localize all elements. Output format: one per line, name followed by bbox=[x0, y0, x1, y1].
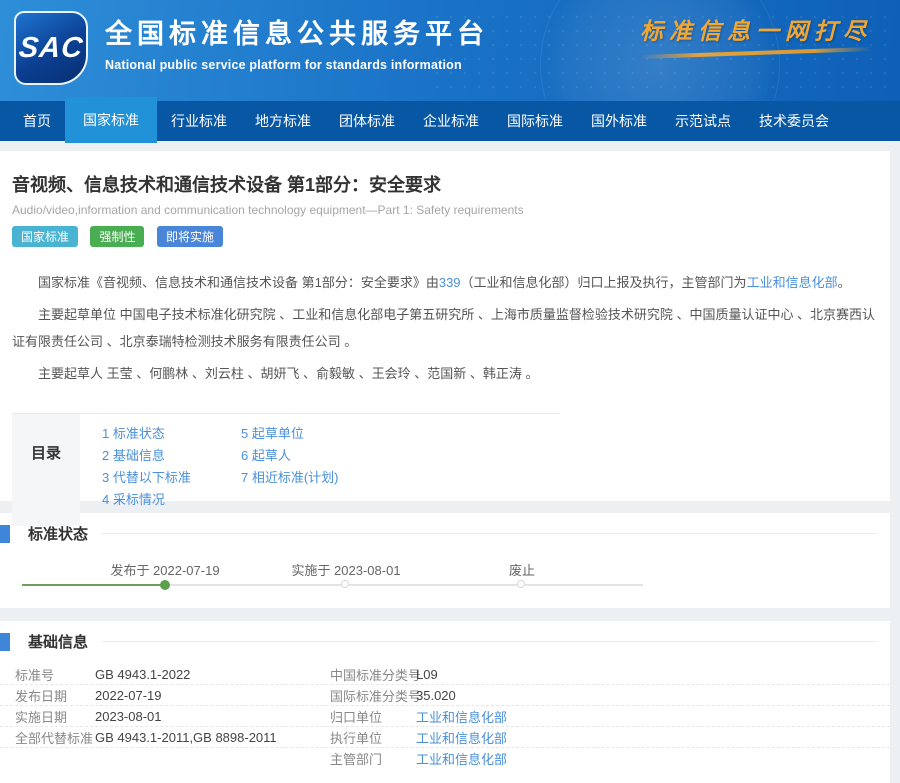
basic-info-section: 基础信息 标准号 GB 4943.1-2022 中国标准分类号 L09 发布日期… bbox=[0, 621, 890, 783]
row-label-implementation-date: 实施日期 bbox=[0, 707, 95, 726]
nav-item-foreign-standards[interactable]: 国外标准 bbox=[577, 101, 661, 141]
site-title: 全国标准信息公共服务平台 bbox=[105, 12, 489, 51]
badge-row: 国家标准 强制性 即将实施 bbox=[12, 226, 878, 247]
nav-item-group-standards[interactable]: 团体标准 bbox=[325, 101, 409, 141]
row-link-competent-department[interactable]: 工业和信息化部 bbox=[416, 749, 890, 768]
site-subtitle-en: National public service platform for sta… bbox=[105, 58, 489, 72]
paragraph-governance: 国家标准《音视频、信息技术和通信技术设备 第1部分：安全要求》由339（工业和信… bbox=[12, 269, 878, 296]
section-marker bbox=[0, 633, 10, 651]
badge-national-standard: 国家标准 bbox=[12, 226, 78, 247]
nav-item-pilot-demos[interactable]: 示范试点 bbox=[661, 101, 745, 141]
sac-logo-text: SAC bbox=[17, 32, 85, 65]
timeline-label-published: 发布于 2022-07-19 bbox=[110, 560, 219, 579]
nav-item-national-standards[interactable]: 国家标准 bbox=[65, 97, 157, 143]
badge-upcoming-implementation: 即将实施 bbox=[157, 226, 223, 247]
row-value-ccs-code: L09 bbox=[416, 667, 890, 682]
table-row: 实施日期 2023-08-01 归口单位 工业和信息化部 bbox=[0, 706, 890, 727]
toc-column-2: 5 起草单位 6 起草人 7 相近标准(计划) bbox=[241, 423, 380, 526]
main-nav: 首页 国家标准 行业标准 地方标准 团体标准 企业标准 国际标准 国外标准 示范… bbox=[0, 101, 900, 141]
standard-overview-block: 音视频、信息技术和通信技术设备 第1部分：安全要求 Audio/video,in… bbox=[0, 151, 890, 501]
timeline-label-abolished: 废止 bbox=[509, 560, 535, 579]
standard-title-en: Audio/video,information and communicatio… bbox=[12, 203, 878, 217]
basic-info-table: 标准号 GB 4943.1-2022 中国标准分类号 L09 发布日期 2022… bbox=[0, 664, 890, 769]
nav-item-industry-standards[interactable]: 行业标准 bbox=[157, 101, 241, 141]
toc-item-drafting-organizations[interactable]: 5 起草单位 bbox=[241, 423, 380, 445]
basic-info-section-title: 基础信息 bbox=[28, 631, 88, 652]
table-row: 发布日期 2022-07-19 国际标准分类号 35.020 bbox=[0, 685, 890, 706]
sac-logo[interactable]: SAC bbox=[14, 11, 88, 85]
status-timeline: 发布于 2022-07-19 实施于 2023-08-01 废止 bbox=[0, 544, 890, 599]
table-row: 标准号 GB 4943.1-2022 中国标准分类号 L09 bbox=[0, 664, 890, 685]
header-titles: 全国标准信息公共服务平台 National public service pla… bbox=[105, 12, 489, 72]
nav-item-enterprise-standards[interactable]: 企业标准 bbox=[409, 101, 493, 141]
row-label-executing-unit: 执行单位 bbox=[330, 728, 416, 747]
basic-info-section-header: 基础信息 bbox=[0, 621, 890, 652]
row-value-standard-number: GB 4943.1-2022 bbox=[95, 667, 330, 682]
row-value-ics-code: 35.020 bbox=[416, 688, 890, 703]
row-label-competent-department: 主管部门 bbox=[330, 749, 416, 768]
link-miit[interactable]: 工业和信息化部 bbox=[747, 275, 838, 290]
paragraph-governance-suffix: 。 bbox=[838, 275, 851, 290]
toc-item-replaced-standards[interactable]: 3 代替以下标准 bbox=[102, 467, 241, 489]
nav-item-international-standards[interactable]: 国际标准 bbox=[493, 101, 577, 141]
timeline-dot-published bbox=[160, 580, 170, 590]
status-section-title: 标准状态 bbox=[28, 523, 88, 544]
row-label-replaced-standards: 全部代替标准 bbox=[0, 728, 95, 747]
site-header: SAC 全国标准信息公共服务平台 National public service… bbox=[0, 0, 900, 101]
paragraph-drafting-organizations: 主要起草单位 中国电子技术标准化研究院 、工业和信息化部电子第五研究所 、上海市… bbox=[12, 301, 878, 355]
toc-item-standard-status[interactable]: 1 标准状态 bbox=[102, 423, 241, 445]
row-value-implementation-date: 2023-08-01 bbox=[95, 709, 330, 724]
timeline-label-implemented: 实施于 2023-08-01 bbox=[291, 560, 400, 579]
timeline-dot-implemented bbox=[341, 580, 349, 588]
toc-label: 目录 bbox=[12, 414, 80, 526]
row-value-publish-date: 2022-07-19 bbox=[95, 688, 330, 703]
section-divider-line bbox=[102, 533, 878, 534]
paragraph-drafters: 主要起草人 王莹 、何鹏林 、刘云柱 、胡妍飞 、俞毅敏 、王会玲 、范国新 、… bbox=[12, 360, 878, 387]
paragraph-governance-mid: （工业和信息化部）归口上报及执行，主管部门为 bbox=[461, 275, 747, 290]
row-value-replaced-standards: GB 4943.1-2011,GB 8898-2011 bbox=[95, 730, 330, 745]
nav-item-technical-committees[interactable]: 技术委员会 bbox=[745, 101, 843, 141]
nav-item-local-standards[interactable]: 地方标准 bbox=[241, 101, 325, 141]
timeline-track-completed bbox=[22, 584, 165, 586]
standard-status-section: 标准状态 发布于 2022-07-19 实施于 2023-08-01 废止 bbox=[0, 513, 890, 608]
table-row: 主管部门 工业和信息化部 bbox=[0, 748, 890, 769]
badge-mandatory: 强制性 bbox=[90, 226, 144, 247]
toc-columns: 1 标准状态 2 基础信息 3 代替以下标准 4 采标情况 5 起草单位 6 起… bbox=[80, 414, 380, 526]
table-row: 全部代替标准 GB 4943.1-2011,GB 8898-2011 执行单位 … bbox=[0, 727, 890, 748]
row-label-publish-date: 发布日期 bbox=[0, 686, 95, 705]
standard-title: 音视频、信息技术和通信技术设备 第1部分：安全要求 bbox=[12, 171, 878, 197]
row-link-executing-unit[interactable]: 工业和信息化部 bbox=[416, 728, 890, 747]
toc-item-drafters[interactable]: 6 起草人 bbox=[241, 445, 380, 467]
slogan-calligraphy: 标准信息一网打尽 bbox=[640, 12, 872, 46]
row-label-standard-number: 标准号 bbox=[0, 665, 95, 684]
section-marker bbox=[0, 525, 10, 543]
paragraph-governance-prefix: 国家标准《音视频、信息技术和通信技术设备 第1部分：安全要求》由 bbox=[38, 275, 439, 290]
toc-item-adoption-status[interactable]: 4 采标情况 bbox=[102, 489, 241, 511]
spacer bbox=[0, 608, 900, 621]
timeline-dot-abolished bbox=[517, 580, 525, 588]
link-339[interactable]: 339 bbox=[439, 275, 461, 290]
row-label-centralized-unit: 归口单位 bbox=[330, 707, 416, 726]
row-link-centralized-unit[interactable]: 工业和信息化部 bbox=[416, 707, 890, 726]
row-label-ccs-code: 中国标准分类号 bbox=[330, 665, 416, 684]
row-label-ics-code: 国际标准分类号 bbox=[330, 686, 416, 705]
toc-column-1: 1 标准状态 2 基础信息 3 代替以下标准 4 采标情况 bbox=[102, 423, 241, 526]
toc-item-basic-info[interactable]: 2 基础信息 bbox=[102, 445, 241, 467]
slogan-wrap: 标准信息一网打尽 bbox=[640, 12, 872, 55]
nav-item-home[interactable]: 首页 bbox=[9, 101, 65, 141]
toc-item-similar-standards[interactable]: 7 相近标准(计划) bbox=[241, 467, 380, 489]
section-divider-line bbox=[102, 641, 878, 642]
